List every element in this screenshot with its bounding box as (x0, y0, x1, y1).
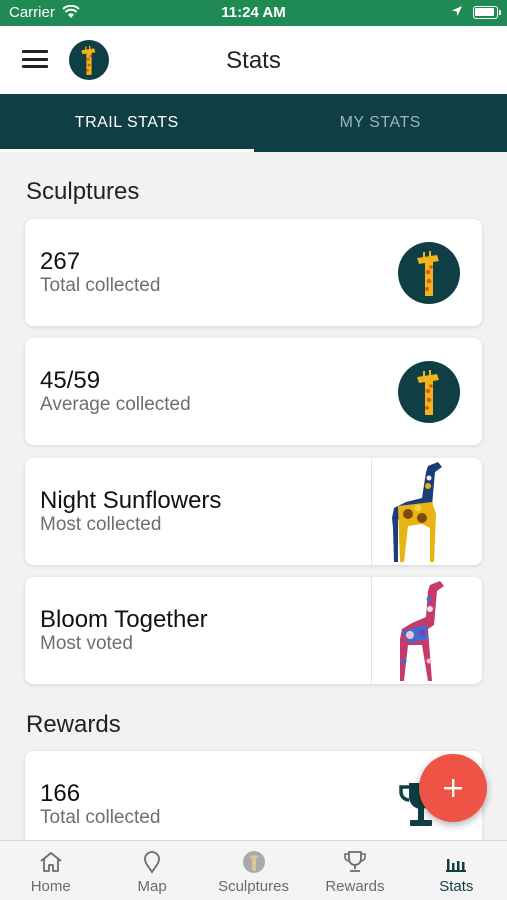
stat-value: 267 (40, 248, 81, 275)
home-icon (40, 852, 62, 872)
stat-label: Most collected (40, 514, 162, 535)
stat-card-most-collected[interactable]: Night Sunflowers Most collected (25, 458, 482, 565)
nav-label: Map (137, 878, 167, 895)
bottom-nav: Home Map Sculptures Rewards Stats (0, 840, 507, 900)
page-title: Stats (226, 47, 281, 74)
section-title-sculptures: Sculptures (26, 178, 140, 205)
battery-icon (473, 6, 501, 19)
nav-label: Stats (439, 878, 474, 895)
nav-label: Home (30, 878, 71, 895)
stat-label: Total collected (40, 275, 161, 296)
location-arrow-icon (452, 6, 462, 16)
clock: 11:24 AM (221, 4, 286, 21)
stat-value: 166 (40, 780, 81, 807)
sculpture-name: Bloom Together (40, 606, 208, 633)
stat-card-most-voted[interactable]: Bloom Together Most voted (25, 577, 482, 684)
stat-value: 45/59 (40, 367, 101, 394)
section-title-rewards: Rewards (26, 711, 121, 738)
add-button[interactable] (419, 754, 487, 822)
giraffe-logo-icon (398, 361, 460, 423)
nav-label: Rewards (325, 878, 385, 895)
sculpture-name: Night Sunflowers (40, 487, 222, 514)
stat-label: Total collected (40, 807, 161, 828)
sculpture-icon (242, 851, 265, 873)
stat-card-average-collected[interactable]: 45/59 Average collected (25, 338, 482, 445)
status-bar: Carrier 11:24 AM (0, 0, 507, 26)
tab-trail-stats[interactable]: TRAIL STATS (0, 94, 254, 152)
sculpture-image (371, 458, 482, 565)
nav-item-stats[interactable]: Stats (406, 841, 507, 900)
nav-label: Sculptures (218, 878, 289, 895)
stat-label: Most voted (40, 633, 133, 654)
stat-label: Average collected (40, 394, 191, 415)
plus-icon (444, 779, 462, 797)
nav-item-rewards[interactable]: Rewards (304, 841, 405, 900)
trophy-icon (344, 851, 366, 872)
floral-giraffe-icon (400, 581, 444, 681)
nav-item-sculptures[interactable]: Sculptures (203, 841, 304, 900)
app-bar: Stats (0, 26, 507, 94)
sculpture-image (371, 577, 482, 684)
giraffe-logo-icon (398, 242, 460, 304)
sunflower-giraffe-icon (392, 462, 442, 562)
tab-bar: TRAIL STATS MY STATS (0, 94, 507, 152)
nav-item-map[interactable]: Map (101, 841, 202, 900)
nav-item-home[interactable]: Home (0, 841, 101, 900)
tab-my-stats[interactable]: MY STATS (254, 94, 507, 152)
stat-card-total-sculptures[interactable]: 267 Total collected (25, 219, 482, 326)
bar-chart-icon (446, 859, 467, 872)
map-pin-icon (144, 851, 161, 874)
